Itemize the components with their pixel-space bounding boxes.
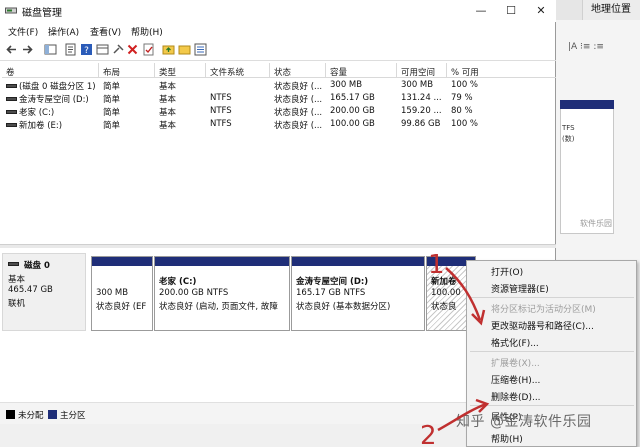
annotation-arrow-1 <box>445 267 482 321</box>
annotation-arrow-2 <box>437 402 487 432</box>
annotation-number-1: 1 <box>428 250 445 280</box>
annotation-number-2: 2 <box>420 421 437 447</box>
annotation-layer: 1 2 <box>420 250 490 447</box>
